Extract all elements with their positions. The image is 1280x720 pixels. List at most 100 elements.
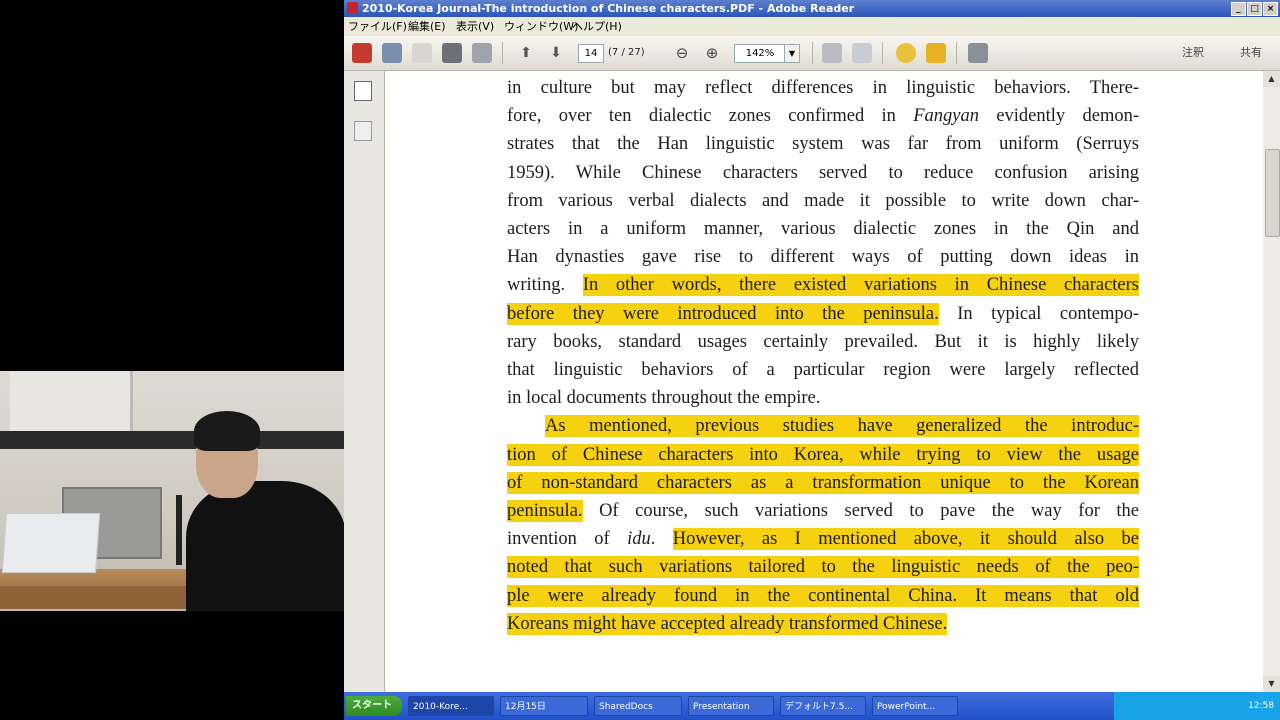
fit-width-icon[interactable]	[852, 43, 872, 63]
pages-icon[interactable]	[354, 81, 372, 101]
text-line: noted that such variations tailored to t…	[507, 553, 1139, 581]
task-folder-date[interactable]: 12月15日	[500, 696, 588, 716]
menu-view[interactable]: 表示(V)	[456, 17, 494, 36]
menu-bar: ファイル(F) 編集(E) 表示(V) ウィンドウ(W) ヘルプ(H)	[344, 17, 1280, 36]
text-segment: rary books, standard usages certainly pr…	[507, 331, 1139, 352]
highlighted-text: tion of Chinese characters into Korea, w…	[507, 443, 1139, 466]
text-segment: that linguistic behaviors of a particula…	[507, 360, 1139, 380]
previous-page-icon[interactable]: ⬆	[516, 43, 536, 63]
text-segment: invention of	[507, 529, 628, 550]
text-line: invention of idu. However, as I mentione…	[507, 525, 1139, 553]
text-segment: In typical contempo-	[938, 303, 1140, 324]
clock: 12:58	[1248, 701, 1274, 711]
text-segment: Han dynasties gave rise to different way…	[507, 247, 1139, 268]
highlighted-text: noted that such variations tailored to t…	[507, 556, 1139, 579]
create-pdf-icon[interactable]	[352, 43, 372, 63]
expand-icon[interactable]	[968, 43, 988, 63]
video-microphone	[176, 495, 182, 565]
zoom-dropdown-icon[interactable]: ▼	[784, 44, 800, 63]
comment-icon[interactable]	[896, 43, 916, 63]
maximize-button[interactable]: □	[1247, 2, 1262, 16]
taskbar: スタート 2010-Kore... 12月15日 SharedDocs Pres…	[344, 692, 1280, 720]
text-line: that linguistic behaviors of a particula…	[507, 356, 1139, 384]
task-presentation[interactable]: Presentation	[688, 696, 774, 716]
email-icon[interactable]	[472, 43, 492, 63]
highlighted-text: Koreans might have accepted already tran…	[507, 612, 948, 635]
close-button[interactable]: ×	[1263, 2, 1278, 16]
text-segment: 1959). While Chinese characters served t…	[507, 162, 1139, 183]
start-button[interactable]: スタート	[346, 696, 402, 716]
text-line: ple were already found in the continenta…	[507, 582, 1139, 610]
text-segment: fore, over ten dialectic zones confirmed…	[507, 106, 914, 127]
comment-button[interactable]: 注釈	[1182, 44, 1204, 61]
minimize-button[interactable]: _	[1231, 2, 1246, 16]
zoom-input[interactable]: 142%	[734, 44, 786, 63]
text-segment: writing.	[507, 275, 583, 296]
text-segment: in local documents throughout the empire…	[507, 388, 821, 409]
scroll-thumb[interactable]	[1265, 149, 1280, 237]
fit-page-icon[interactable]	[822, 43, 842, 63]
navigation-panel	[344, 71, 385, 692]
text-line: rary books, standard usages certainly pr…	[507, 328, 1139, 356]
text-segment: strates that the Han linguistic system w…	[507, 134, 1139, 155]
text-segment: acters in a uniform manner, various dial…	[507, 219, 1139, 239]
task-shareddocs[interactable]: SharedDocs	[594, 696, 682, 716]
adobe-reader-icon	[347, 2, 358, 14]
page-number-input[interactable]: 14	[578, 44, 604, 63]
zoom-in-icon[interactable]: ⊕	[702, 43, 722, 63]
highlighted-text: In other words, there existed variations…	[582, 274, 1139, 297]
system-tray: 12:58	[1114, 692, 1280, 720]
video-presenter	[186, 411, 344, 621]
task-adobe-reader[interactable]: 2010-Kore...	[408, 696, 494, 716]
text-line: before they were introduced into the pen…	[507, 300, 1139, 328]
attachments-icon[interactable]	[354, 121, 372, 141]
text-segment: Fangyan	[913, 106, 980, 127]
text-segment: from various verbal dialects and made it…	[507, 190, 1139, 211]
highlighted-text: of non-standard characters as a transfor…	[507, 471, 1139, 494]
text-line: writing. In other words, there existed v…	[507, 271, 1139, 299]
task-powerpoint[interactable]: PowerPoint...	[872, 696, 958, 716]
text-line: strates that the Han linguistic system w…	[507, 130, 1139, 158]
print-icon[interactable]	[442, 43, 462, 63]
text-segment: in culture but may reflect differences i…	[507, 78, 1139, 98]
toolbar-separator	[812, 42, 813, 64]
video-letterbox	[0, 0, 344, 371]
text-line: As mentioned, previous studies have gene…	[545, 412, 1139, 440]
presenter-video	[0, 371, 344, 720]
text-line: fore, over ten dialectic zones confirmed…	[507, 102, 1139, 130]
document-view[interactable]: in culture but may reflect differences i…	[385, 71, 1263, 692]
text-line: 1959). While Chinese characters served t…	[507, 159, 1139, 187]
next-page-icon[interactable]: ⬇	[546, 43, 566, 63]
adobe-reader-window: 2010-Korea Journal-The introduction of C…	[344, 0, 1280, 720]
open-icon[interactable]	[382, 43, 402, 63]
highlighted-text: ple were already found in the continenta…	[507, 584, 1139, 607]
save-icon[interactable]	[412, 43, 432, 63]
presenter-body	[186, 481, 344, 621]
menu-help[interactable]: ヘルプ(H)	[572, 17, 622, 36]
scroll-up-icon[interactable]: ▲	[1263, 71, 1280, 87]
text-line: tion of Chinese characters into Korea, w…	[507, 441, 1139, 469]
text-line: acters in a uniform manner, various dial…	[507, 215, 1139, 243]
page-count: (7 / 27)	[608, 47, 645, 58]
task-default[interactable]: デフォルト7.5...	[780, 696, 866, 716]
highlighted-text: peninsula.	[507, 500, 583, 522]
vertical-scrollbar[interactable]: ▲ ▼	[1263, 71, 1280, 692]
menu-window[interactable]: ウィンドウ(W)	[504, 17, 578, 36]
text-segment: Of course, such variations served to pav…	[582, 501, 1139, 521]
window-title: 2010-Korea Journal-The introduction of C…	[362, 2, 855, 15]
video-floor	[0, 611, 344, 720]
video-window	[10, 371, 133, 431]
text-line: from various verbal dialects and made it…	[507, 187, 1139, 215]
toolbar-separator	[956, 42, 957, 64]
menu-file[interactable]: ファイル(F)	[348, 17, 407, 36]
text-segment: .	[650, 529, 673, 550]
text-line: in local documents throughout the empire…	[507, 384, 1139, 412]
text-line: Koreans might have accepted already tran…	[507, 610, 1139, 638]
highlight-icon[interactable]	[926, 43, 946, 63]
text-segment: evidently demon-	[979, 106, 1139, 127]
zoom-out-icon[interactable]: ⊖	[672, 43, 692, 63]
presenter-hair	[194, 411, 260, 451]
share-button[interactable]: 共有	[1240, 44, 1262, 61]
menu-edit[interactable]: 編集(E)	[408, 17, 446, 36]
scroll-down-icon[interactable]: ▼	[1263, 676, 1280, 692]
